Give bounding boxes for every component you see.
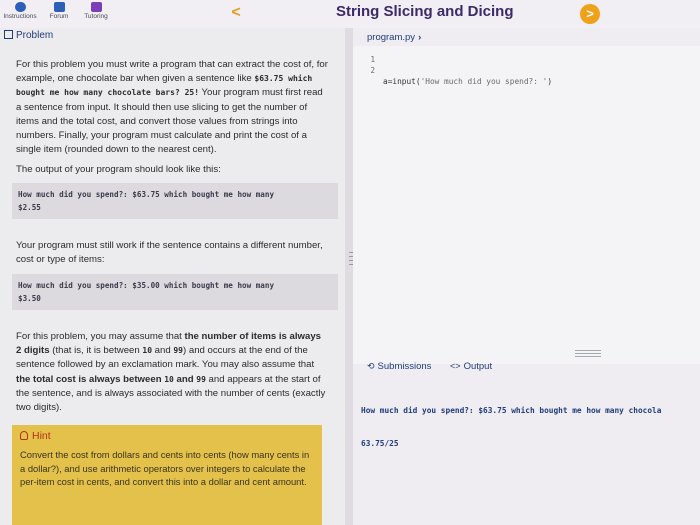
tab-program-py[interactable]: program.py › bbox=[367, 32, 421, 43]
page-title: String Slicing and Dicing bbox=[336, 3, 514, 20]
code-line[interactable]: a=input('How much did you spend?: ') bbox=[383, 76, 552, 87]
code-line[interactable]: ​ bbox=[383, 109, 552, 120]
hint-box: Hint Convert the cost from dollars and c… bbox=[12, 425, 322, 525]
next-lesson-button[interactable]: > bbox=[580, 4, 600, 24]
code-icon: <> bbox=[450, 361, 461, 371]
nav-tabs: Instructions Forum Tutoring bbox=[0, 0, 115, 26]
chevron-right-icon: › bbox=[418, 32, 422, 43]
tutoring-icon bbox=[90, 2, 102, 12]
top-bar: Instructions Forum Tutoring < String Sli… bbox=[0, 0, 700, 28]
chevron-right-icon: > bbox=[586, 6, 594, 21]
chevron-left-icon: < bbox=[231, 4, 241, 21]
program-output: How much did you spend?: $63.75 which bo… bbox=[361, 406, 662, 448]
example-output-2: How much did you spend?: $35.00 which bo… bbox=[12, 274, 338, 311]
document-icon bbox=[4, 30, 13, 39]
nav-tab-forum[interactable]: Forum bbox=[42, 0, 76, 26]
horizontal-resize-grip-icon[interactable] bbox=[575, 350, 601, 357]
line-numbers: 1 2 bbox=[370, 55, 375, 75]
output-tabs: ⟲ Submissions <> Output bbox=[367, 361, 508, 372]
panel-splitter[interactable] bbox=[345, 28, 353, 525]
problem-paragraph-3: Your program must still work if the sent… bbox=[16, 239, 323, 265]
nav-tab-tutoring[interactable]: Tutoring bbox=[78, 0, 114, 26]
tab-problem[interactable]: Problem bbox=[4, 28, 53, 44]
nav-tab-instructions[interactable]: Instructions bbox=[0, 0, 40, 26]
problem-paragraph-1: For this problem you must write a progra… bbox=[16, 59, 328, 156]
hint-title[interactable]: Hint bbox=[20, 430, 314, 442]
chat-icon bbox=[53, 2, 65, 12]
hint-text: Convert the cost from dollars and cents … bbox=[20, 449, 310, 488]
code-text[interactable]: a=input('How much did you spend?: ') ​ bbox=[383, 54, 552, 142]
code-editor[interactable]: 1 2 a=input('How much did you spend?: ')… bbox=[353, 46, 700, 364]
tab-submissions[interactable]: ⟲ Submissions bbox=[367, 361, 431, 372]
info-icon bbox=[14, 2, 26, 12]
example-output-1: How much did you spend?: $63.75 which bo… bbox=[12, 182, 338, 219]
previous-lesson-button[interactable]: < bbox=[226, 4, 246, 22]
problem-paragraph-2: The output of your program should look l… bbox=[16, 164, 221, 176]
code-panel: program.py › 1 2 a=input('How much did yo… bbox=[353, 28, 700, 525]
problem-panel: Problem For this problem you must write … bbox=[0, 28, 345, 525]
problem-description: For this problem you must write a progra… bbox=[12, 58, 338, 415]
tab-output[interactable]: <> Output bbox=[450, 361, 492, 372]
problem-paragraph-4: For this problem, you may assume that th… bbox=[16, 331, 326, 414]
lightbulb-icon bbox=[20, 431, 28, 440]
history-icon: ⟲ bbox=[367, 361, 375, 371]
